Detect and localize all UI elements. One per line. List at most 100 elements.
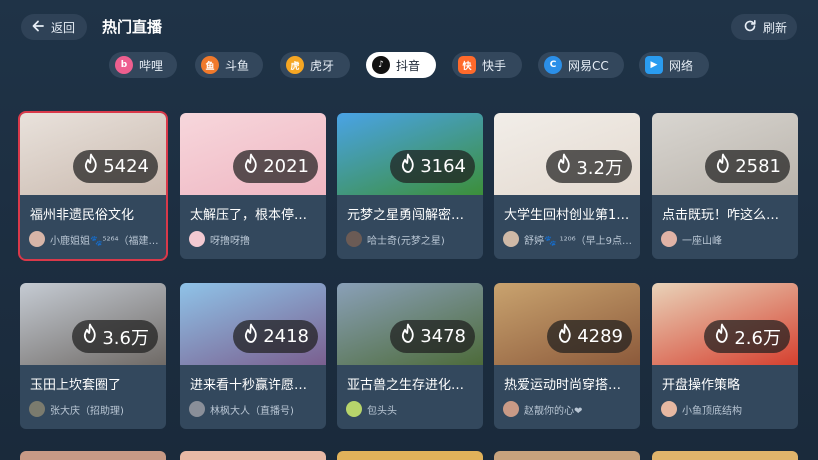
- avatar: [661, 401, 677, 417]
- flame-icon: [80, 323, 100, 350]
- viewer-count-badge: 4289: [547, 320, 632, 353]
- flame-icon: [398, 323, 418, 350]
- avatar: [29, 231, 45, 247]
- streamer-name: 包头头: [367, 405, 397, 417]
- streamer-info: 呀撸呀撸: [189, 231, 319, 247]
- huya-icon: 虎: [286, 56, 304, 74]
- viewer-count: 2418: [263, 326, 309, 347]
- avatar: [503, 231, 519, 247]
- live-room-card-partial[interactable]: [652, 451, 798, 460]
- live-room-card[interactable]: 2581 点击既玩！咋这么… 一座山峰: [652, 113, 798, 259]
- streamer-name: 哈士奇(元梦之星): [367, 235, 445, 247]
- viewer-count-badge: 2.6万: [704, 320, 790, 353]
- tab-netease-cc[interactable]: C 网易CC: [538, 52, 624, 78]
- room-title: 玉田上坎套圈了: [30, 378, 122, 393]
- live-room-card[interactable]: 3.2万大学生回村创业第1… 舒婷🐾 ¹²⁰⁶（早上9点…: [494, 113, 640, 259]
- flame-icon: [555, 323, 575, 350]
- flame-icon: [712, 323, 732, 350]
- viewer-count-badge: 5424: [73, 150, 158, 183]
- live-room-card-partial[interactable]: [180, 451, 326, 460]
- back-label: 返回: [51, 20, 76, 35]
- tab-label: 斗鱼: [225, 58, 250, 73]
- streamer-name: 赵靓你的心❤: [524, 405, 583, 417]
- room-title: 大学生回村创业第1…: [504, 208, 630, 223]
- flame-icon: [241, 153, 261, 180]
- refresh-label: 刷新: [763, 20, 788, 35]
- avatar: [29, 401, 45, 417]
- viewer-count-badge: 3.6万: [72, 320, 158, 353]
- tab-label: 抖音: [396, 58, 421, 73]
- tab-douyin[interactable]: ♪ 抖音: [366, 52, 436, 78]
- viewer-count-badge: 3.2万: [546, 150, 632, 183]
- streamer-name: 张大庆（招助理): [50, 405, 124, 417]
- viewer-count: 4289: [577, 326, 623, 347]
- viewer-count: 2021: [263, 156, 309, 177]
- live-room-card[interactable]: 3478 亚古兽之生存进化… 包头头: [337, 283, 483, 429]
- streamer-name: 舒婷🐾 ¹²⁰⁶（早上9点…: [524, 235, 633, 247]
- streamer-name: 呀撸呀撸: [210, 235, 250, 247]
- streamer-name: 一座山峰: [682, 235, 722, 247]
- live-room-card[interactable]: 2418 进来看十秒赢许愿… 林枫大人（直播号): [180, 283, 326, 429]
- page-title: 热门直播: [102, 18, 163, 36]
- live-room-card[interactable]: 2.6万开盘操作策略小鱼顶底结构: [652, 283, 798, 429]
- viewer-count: 3.2万: [576, 157, 623, 179]
- live-room-card[interactable]: 3.6万玉田上坎套圈了张大庆（招助理): [20, 283, 166, 429]
- back-button[interactable]: 返回: [21, 14, 87, 40]
- streamer-name: 小鱼顶底结构: [682, 405, 742, 417]
- live-room-card-partial[interactable]: [494, 451, 640, 460]
- tab-label: 快手: [482, 58, 507, 73]
- live-room-card-partial[interactable]: [20, 451, 166, 460]
- tab-label: 网络: [669, 58, 694, 73]
- flame-icon: [713, 153, 733, 180]
- tab-douyu[interactable]: 鱼 斗鱼: [195, 52, 263, 78]
- streamer-info: 舒婷🐾 ¹²⁰⁶（早上9点…: [503, 231, 633, 247]
- kuaishou-icon: 快: [458, 56, 476, 74]
- douyin-icon: ♪: [372, 56, 390, 74]
- room-title: 进来看十秒赢许愿…: [190, 378, 308, 393]
- streamer-info: 哈士奇(元梦之星): [346, 231, 476, 247]
- avatar: [346, 401, 362, 417]
- room-title: 太解压了，根本停…: [190, 208, 308, 223]
- tab-label: 虎牙: [310, 58, 335, 73]
- avatar: [189, 231, 205, 247]
- live-room-card-partial[interactable]: [337, 451, 483, 460]
- avatar: [503, 401, 519, 417]
- viewer-count: 2.6万: [734, 327, 781, 349]
- refresh-icon: [743, 19, 757, 36]
- douyu-icon: 鱼: [201, 56, 219, 74]
- avatar: [346, 231, 362, 247]
- live-room-card[interactable]: 2021 太解压了，根本停… 呀撸呀撸: [180, 113, 326, 259]
- tab-network[interactable]: ▶ 网络: [639, 52, 709, 78]
- live-room-card[interactable]: 5424 福州非遗民俗文化小鹿姐姐🐾⁵²⁶⁴（福建…: [18, 111, 168, 261]
- viewer-count: 3164: [420, 156, 466, 177]
- streamer-info: 一座山峰: [661, 231, 791, 247]
- tab-bilibili[interactable]: b 哔哩: [109, 52, 177, 78]
- room-title: 开盘操作策略: [662, 378, 741, 393]
- streamer-name: 小鹿姐姐🐾⁵²⁶⁴（福建…: [50, 235, 159, 247]
- streamer-name: 林枫大人（直播号): [210, 405, 294, 417]
- viewer-count-badge: 2021: [233, 150, 318, 183]
- room-title: 元梦之星勇闯解密…: [347, 208, 465, 223]
- netease-cc-icon: C: [544, 56, 562, 74]
- streamer-info: 赵靓你的心❤: [503, 401, 633, 417]
- viewer-count: 2581: [735, 156, 781, 177]
- streamer-info: 小鱼顶底结构: [661, 401, 791, 417]
- streamer-info: 包头头: [346, 401, 476, 417]
- room-title: 福州非遗民俗文化: [30, 208, 135, 223]
- streamer-info: 林枫大人（直播号): [189, 401, 319, 417]
- tab-huya[interactable]: 虎 虎牙: [280, 52, 350, 78]
- tab-label: 网易CC: [568, 58, 609, 73]
- viewer-count: 3478: [420, 326, 466, 347]
- live-room-card[interactable]: 3164 元梦之星勇闯解密… 哈士奇(元梦之星): [337, 113, 483, 259]
- room-title: 热爱运动时尚穿搭…: [504, 378, 622, 393]
- room-title: 点击既玩！咋这么…: [662, 208, 780, 223]
- viewer-count-badge: 2581: [705, 150, 790, 183]
- live-room-card[interactable]: 4289 热爱运动时尚穿搭… 赵靓你的心❤: [494, 283, 640, 429]
- refresh-button[interactable]: 刷新: [731, 14, 797, 40]
- streamer-info: 张大庆（招助理): [29, 401, 159, 417]
- viewer-count: 5424: [103, 156, 149, 177]
- tab-kuaishou[interactable]: 快 快手: [452, 52, 522, 78]
- flame-icon: [398, 153, 418, 180]
- viewer-count: 3.6万: [102, 327, 149, 349]
- streamer-info: 小鹿姐姐🐾⁵²⁶⁴（福建…: [29, 231, 159, 247]
